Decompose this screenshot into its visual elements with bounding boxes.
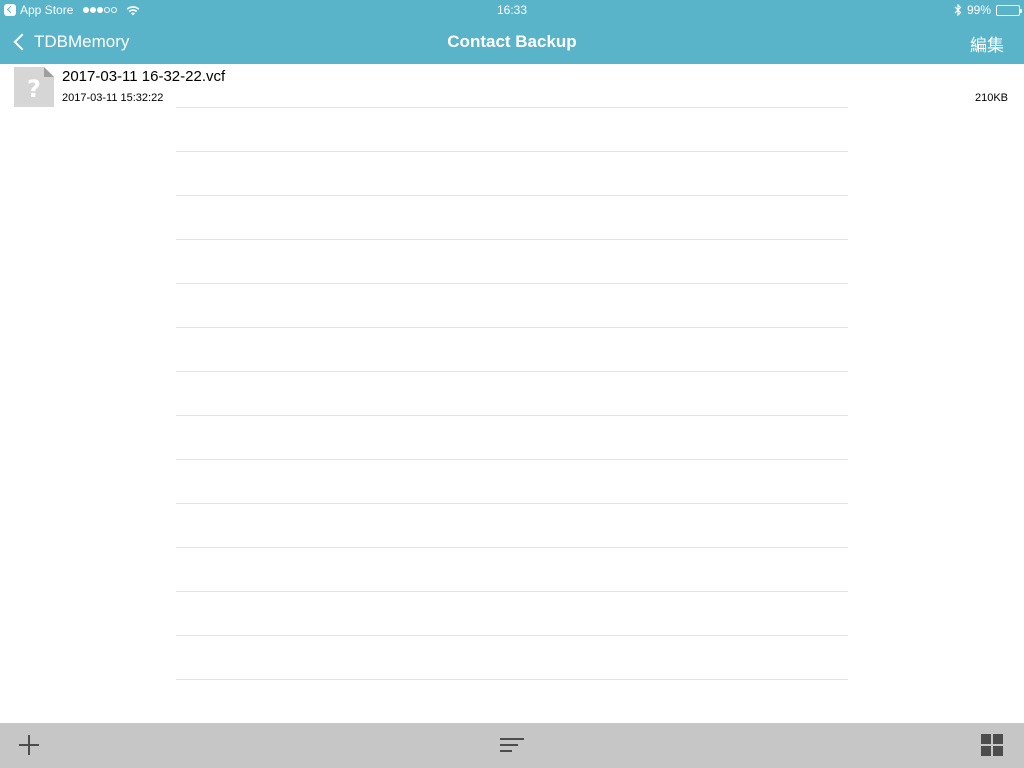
add-icon[interactable] xyxy=(19,735,39,755)
row-separator xyxy=(176,239,848,240)
row-separator xyxy=(176,591,848,592)
row-separator xyxy=(176,679,848,680)
row-separator xyxy=(176,327,848,328)
status-time: 16:33 xyxy=(496,3,528,17)
row-separator xyxy=(176,635,848,636)
file-date: 2017-03-11 15:32:22 xyxy=(62,92,164,104)
row-separator xyxy=(176,151,848,152)
battery-icon xyxy=(996,4,1022,16)
row-separator xyxy=(176,195,848,196)
bluetooth-icon xyxy=(954,4,962,16)
svg-text:?: ? xyxy=(27,75,41,103)
unknown-file-icon: ? xyxy=(14,67,54,107)
status-bar: App Store 16:33 99% xyxy=(0,0,1024,20)
bottom-toolbar xyxy=(0,723,1024,768)
row-separator xyxy=(176,547,848,548)
row-separator xyxy=(176,459,848,460)
header: App Store 16:33 99% TDBMemory Contact Ba… xyxy=(0,0,1024,64)
row-separator xyxy=(176,371,848,372)
battery-percent: 99% xyxy=(966,3,991,17)
row-separator xyxy=(176,503,848,504)
file-list: ? 2017-03-11 16-32-22.vcf 2017-03-11 15:… xyxy=(0,64,1024,108)
row-separator xyxy=(176,415,848,416)
empty-row-separators xyxy=(176,107,848,727)
edit-button[interactable]: 編集 xyxy=(970,31,1004,56)
row-separator xyxy=(176,107,848,108)
file-row[interactable]: ? 2017-03-11 16-32-22.vcf 2017-03-11 15:… xyxy=(0,64,1024,108)
page-title: Contact Backup xyxy=(447,32,577,51)
file-size: 210KB xyxy=(974,92,1008,104)
status-right: 99% xyxy=(954,3,1022,17)
file-name: 2017-03-11 16-32-22.vcf xyxy=(62,68,226,85)
row-separator xyxy=(176,283,848,284)
sort-icon[interactable] xyxy=(500,738,524,754)
grid-view-icon[interactable] xyxy=(981,734,1003,756)
